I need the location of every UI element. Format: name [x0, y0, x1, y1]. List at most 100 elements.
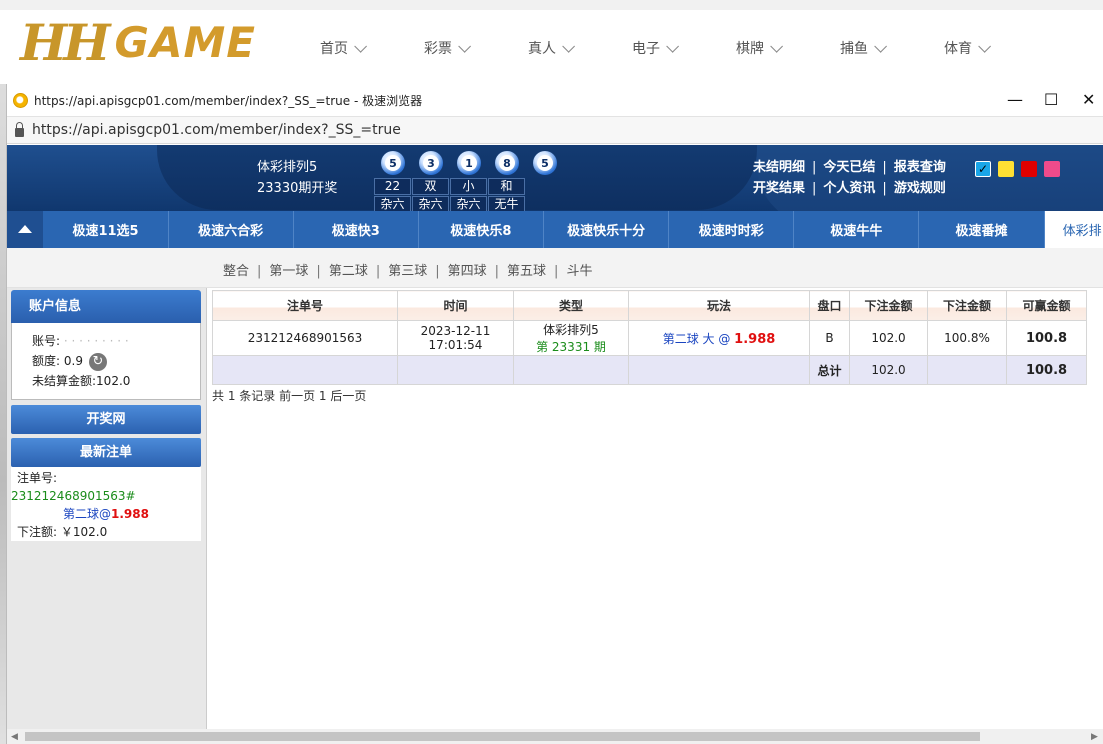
- scrollbar-thumb[interactable]: [25, 732, 980, 741]
- unsettled-label: 未结算金额:: [32, 374, 97, 388]
- theme-swatch-yellow[interactable]: [998, 161, 1014, 177]
- nav-label: 首页: [320, 41, 348, 57]
- subnav-separator: |: [316, 264, 321, 279]
- horizontal-scrollbar[interactable]: ◀ ▶: [7, 729, 1103, 744]
- theme-swatch-blue[interactable]: ✓: [975, 161, 991, 177]
- cell-amount: 102.0: [849, 320, 928, 356]
- scroll-right-icon[interactable]: ▶: [1091, 732, 1098, 742]
- subnav-separator: |: [494, 264, 500, 279]
- theme-swatch-pink[interactable]: [1044, 161, 1060, 177]
- tab-jisu-kuai3[interactable]: 极速快3: [294, 211, 419, 248]
- subnav-separator: |: [257, 264, 262, 279]
- lottery-header: 体彩排列5 23330期开奖 5 3 1 8 5 22 双 小 和 杂六 杂六 …: [7, 145, 1103, 211]
- ball-number: 3: [423, 155, 439, 171]
- cell-game: 体彩排列5: [543, 323, 599, 337]
- nav-item-cards[interactable]: 棋牌: [736, 38, 840, 58]
- period-open: 23330期开奖: [257, 181, 338, 196]
- ball-number: 5: [385, 155, 401, 171]
- tab-jisu-niuniu[interactable]: 极速牛牛: [794, 211, 920, 248]
- ball-number: 8: [499, 155, 515, 171]
- nav-item-home[interactable]: 首页: [320, 38, 424, 58]
- logo-text: GAME: [114, 17, 256, 67]
- subnav-item-ball2[interactable]: 第二球: [329, 264, 368, 279]
- browser-app-icon: [13, 92, 28, 108]
- result-ball: 8: [495, 151, 519, 175]
- subnav-item-all[interactable]: 整合: [223, 264, 249, 279]
- tab-jisu-liuhecai[interactable]: 极速六合彩: [169, 211, 294, 248]
- refresh-icon[interactable]: ↻: [88, 352, 107, 371]
- amount-label: 下注额:: [17, 525, 58, 539]
- total-cell-empty: [397, 355, 514, 385]
- latest-bets-button[interactable]: 最新注单: [11, 438, 201, 467]
- tab-jisu-11x5[interactable]: 极速11选5: [43, 211, 169, 248]
- total-cell-empty: [513, 355, 629, 385]
- link-rules[interactable]: 游戏规则: [894, 181, 946, 196]
- cell-time: 2023-12-11 17:01:54: [397, 320, 514, 356]
- chevron-down-icon: [770, 39, 783, 53]
- draw-site-button[interactable]: 开奖网: [11, 405, 201, 434]
- theme-swatch-red[interactable]: [1021, 161, 1037, 177]
- cell-type: 体彩排列5 第 23331 期: [513, 320, 629, 356]
- site-logo[interactable]: HH GAME: [20, 12, 282, 72]
- cell-rebate: 100.8%: [927, 320, 1007, 356]
- total-cell-empty: [212, 355, 398, 385]
- subnav-item-douniu[interactable]: 斗牛: [566, 264, 592, 279]
- nav-label: 彩票: [424, 41, 452, 57]
- quota-value: 0.9: [63, 354, 83, 368]
- nav-item-fishing[interactable]: 捕鱼: [840, 38, 944, 58]
- maximize-button[interactable]: ☐: [1044, 90, 1058, 109]
- link-profile[interactable]: 个人资讯: [823, 181, 875, 196]
- subnav-item-ball5[interactable]: 第五球: [507, 264, 546, 279]
- link-separator: |: [882, 181, 887, 196]
- col-header: 下注金额: [849, 290, 928, 321]
- link-results[interactable]: 开奖结果: [753, 181, 805, 196]
- site-header: HH GAME 首页 彩票 真人 电子 棋牌 捕鱼 体育: [0, 0, 1103, 84]
- quota-label: 额度:: [32, 354, 61, 368]
- theme-switcher: ✓: [975, 161, 1067, 177]
- link-unsettled[interactable]: 未结明细: [753, 160, 805, 175]
- result-stats: 22 双 小 和 杂六 杂六 杂六 无牛: [373, 178, 525, 211]
- cell-clock: 17:01:54: [428, 338, 483, 352]
- nav-item-live[interactable]: 真人: [528, 38, 632, 58]
- ball-number: 5: [537, 155, 553, 171]
- latest-odds: 1.988: [111, 507, 149, 521]
- order-number: 231212468901563#: [11, 489, 136, 503]
- scroll-left-icon[interactable]: ◀: [11, 732, 18, 742]
- tab-jisu-shishicai[interactable]: 极速时时彩: [669, 211, 795, 248]
- result-ball: 5: [533, 151, 557, 175]
- bet-list-area: 注单号 时间 类型 玩法 盘口 下注金额 下注金额 可赢金额 231212468…: [208, 288, 1103, 744]
- account-header: 账户信息: [11, 290, 201, 323]
- nav-item-sports[interactable]: 体育: [944, 38, 1048, 58]
- subnav-item-ball4[interactable]: 第四球: [448, 264, 487, 279]
- subnav-item-ball1[interactable]: 第一球: [269, 264, 308, 279]
- browser-window: https://api.apisgcp01.com/member/index?_…: [6, 84, 1103, 744]
- stat-cell: 杂六: [450, 196, 487, 211]
- tab-ticai-pailie5[interactable]: 体彩排: [1044, 211, 1103, 248]
- stat-cell: 小: [450, 178, 487, 195]
- total-label: 总计: [809, 355, 850, 385]
- nav-item-lottery[interactable]: 彩票: [424, 38, 528, 58]
- subnav-item-ball3[interactable]: 第三球: [388, 264, 427, 279]
- tab-jisu-kuaile8[interactable]: 极速快乐8: [419, 211, 545, 248]
- nav-item-slots[interactable]: 电子: [632, 38, 736, 58]
- link-report[interactable]: 报表查询: [894, 160, 946, 175]
- address-bar[interactable]: https://api.apisgcp01.com/member/index?_…: [7, 116, 1103, 144]
- chevron-down-icon: [978, 39, 991, 53]
- tab-jisu-fantan[interactable]: 极速番摊: [919, 211, 1045, 248]
- window-title-bar[interactable]: https://api.apisgcp01.com/member/index?_…: [7, 84, 1103, 116]
- nav-label: 捕鱼: [840, 41, 868, 57]
- col-header: 下注金额: [927, 290, 1007, 321]
- nav-label: 体育: [944, 41, 972, 57]
- account-info: 账号: · · · · · · · · · 额度: 0.9 ↻ 未结算金额:102…: [11, 323, 201, 400]
- collapse-toggle-icon[interactable]: [7, 211, 44, 248]
- address-url[interactable]: https://api.apisgcp01.com/member/index?_…: [32, 122, 401, 138]
- tab-jisu-kuaile10[interactable]: 极速快乐十分: [544, 211, 670, 248]
- close-button[interactable]: ✕: [1082, 90, 1095, 109]
- stat-cell: 杂六: [374, 196, 411, 211]
- game-tabs: 极速11选5 极速六合彩 极速快3 极速快乐8 极速快乐十分 极速时时彩 极速牛…: [7, 211, 1103, 248]
- nav-label: 棋牌: [736, 41, 764, 57]
- cell-win: 100.8: [1006, 320, 1087, 356]
- pagination[interactable]: 共 1 条记录 前一页 1 后一页: [212, 387, 366, 404]
- minimize-button[interactable]: —: [1007, 90, 1023, 109]
- link-settled-today[interactable]: 今天已结: [823, 160, 875, 175]
